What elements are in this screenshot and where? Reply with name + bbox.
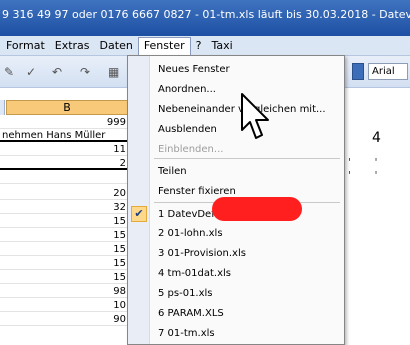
sheet-row[interactable]: 90 xyxy=(0,313,130,326)
cell-value: 90 xyxy=(113,314,126,325)
menu-item-window-2[interactable]: 2 01-lohn.xls xyxy=(158,227,223,241)
right-sheet-area: 4 ' ' ' ' xyxy=(344,120,410,335)
sheet-row[interactable]: 15 xyxy=(0,243,130,256)
redo-icon[interactable]: ↷ xyxy=(80,65,90,79)
menu-item-window-7[interactable]: 7 01-tm.xls xyxy=(158,327,215,341)
sheet-row[interactable]: 15 xyxy=(0,271,130,284)
sheet-row[interactable]: 15 xyxy=(0,229,130,242)
menu-fenster[interactable]: Fenster xyxy=(137,36,191,55)
font-name-field[interactable]: Arial xyxy=(368,63,408,80)
font-name-value: Arial xyxy=(372,66,395,77)
cell-value: 11 xyxy=(113,144,126,155)
cell-value: 10 xyxy=(113,300,126,311)
sheet-row[interactable]: 20 xyxy=(0,187,130,200)
menu-item-window-6[interactable]: 6 PARAM.XLS xyxy=(158,307,224,321)
cell-value: 15 xyxy=(113,216,126,227)
sheet-row[interactable]: 10 xyxy=(0,299,130,312)
cell-value: 999 xyxy=(106,117,126,128)
cell-marks: ' ' ' ' xyxy=(348,156,388,182)
menu-icon-strip xyxy=(128,56,150,344)
cell-value: 98 xyxy=(113,286,126,297)
sheet-row[interactable]: 15 xyxy=(0,257,130,270)
menu-separator xyxy=(154,158,340,159)
checkmark-icon: ✔ xyxy=(131,206,147,222)
menu-item-einblenden: Einblenden... xyxy=(158,144,224,155)
sheet-row[interactable]: 15 xyxy=(0,215,130,228)
mouse-cursor-icon xyxy=(241,93,269,139)
menu-taxi[interactable]: Taxi xyxy=(206,37,237,55)
cell-value: 15 xyxy=(113,230,126,241)
toolbar-tool-icon[interactable]: ▦ xyxy=(108,65,119,79)
menu-help[interactable]: ? xyxy=(191,37,207,55)
menu-format[interactable]: Format xyxy=(0,37,50,55)
cell-value: 15 xyxy=(113,258,126,269)
menu-item-anordnen[interactable]: Anordnen... xyxy=(158,83,216,97)
row-header-corner xyxy=(0,100,5,115)
sheet-row[interactable]: 2 xyxy=(0,157,130,170)
menu-daten[interactable]: Daten xyxy=(95,37,138,55)
cell-value-right: 4 xyxy=(372,130,381,146)
redaction-mark xyxy=(212,197,302,221)
cell-value: 2 xyxy=(119,158,126,169)
cell-value: 15 xyxy=(113,272,126,283)
sheet-row[interactable]: 32 xyxy=(0,201,130,214)
cell-value: nehmen Hans Müller xyxy=(2,130,106,141)
column-header-label: B xyxy=(63,101,71,114)
column-header-b[interactable]: B xyxy=(6,100,128,115)
sheet-row[interactable]: 999 xyxy=(0,116,130,129)
undo-icon[interactable]: ↶ xyxy=(52,65,62,79)
menu-extras[interactable]: Extras xyxy=(50,37,95,55)
window-title-bar: 9 316 49 97 oder 0176 6667 0827 - 01-tm.… xyxy=(0,0,410,36)
sheet-row[interactable]: nehmen Hans Müller xyxy=(0,129,130,142)
cell-value: 32 xyxy=(113,202,126,213)
sheet-row[interactable] xyxy=(0,171,130,184)
menu-item-window-5[interactable]: 5 ps-01.xls xyxy=(158,287,213,301)
menu-bar: Format Extras Daten Fenster ? Taxi xyxy=(0,36,410,56)
format-painter-icon[interactable]: ✎ xyxy=(4,65,14,79)
menu-item-neues-fenster[interactable]: Neues Fenster xyxy=(158,63,230,77)
window-title: 9 316 49 97 oder 0176 6667 0827 - 01-tm.… xyxy=(2,8,410,21)
menu-item-window-3[interactable]: 3 01-Provision.xls xyxy=(158,247,246,261)
sheet-row[interactable]: 11 xyxy=(0,143,130,156)
cell-value: 15 xyxy=(113,244,126,255)
brush-icon[interactable]: ✓ xyxy=(26,65,36,79)
toolbar-dropdown-button[interactable] xyxy=(352,63,364,80)
sheet-row[interactable]: 98 xyxy=(0,285,130,298)
menu-item-ausblenden[interactable]: Ausblenden xyxy=(158,123,217,137)
menu-item-teilen[interactable]: Teilen xyxy=(158,165,187,179)
menu-item-window-4[interactable]: 4 tm-01dat.xls xyxy=(158,267,231,281)
cell-value: 20 xyxy=(113,188,126,199)
